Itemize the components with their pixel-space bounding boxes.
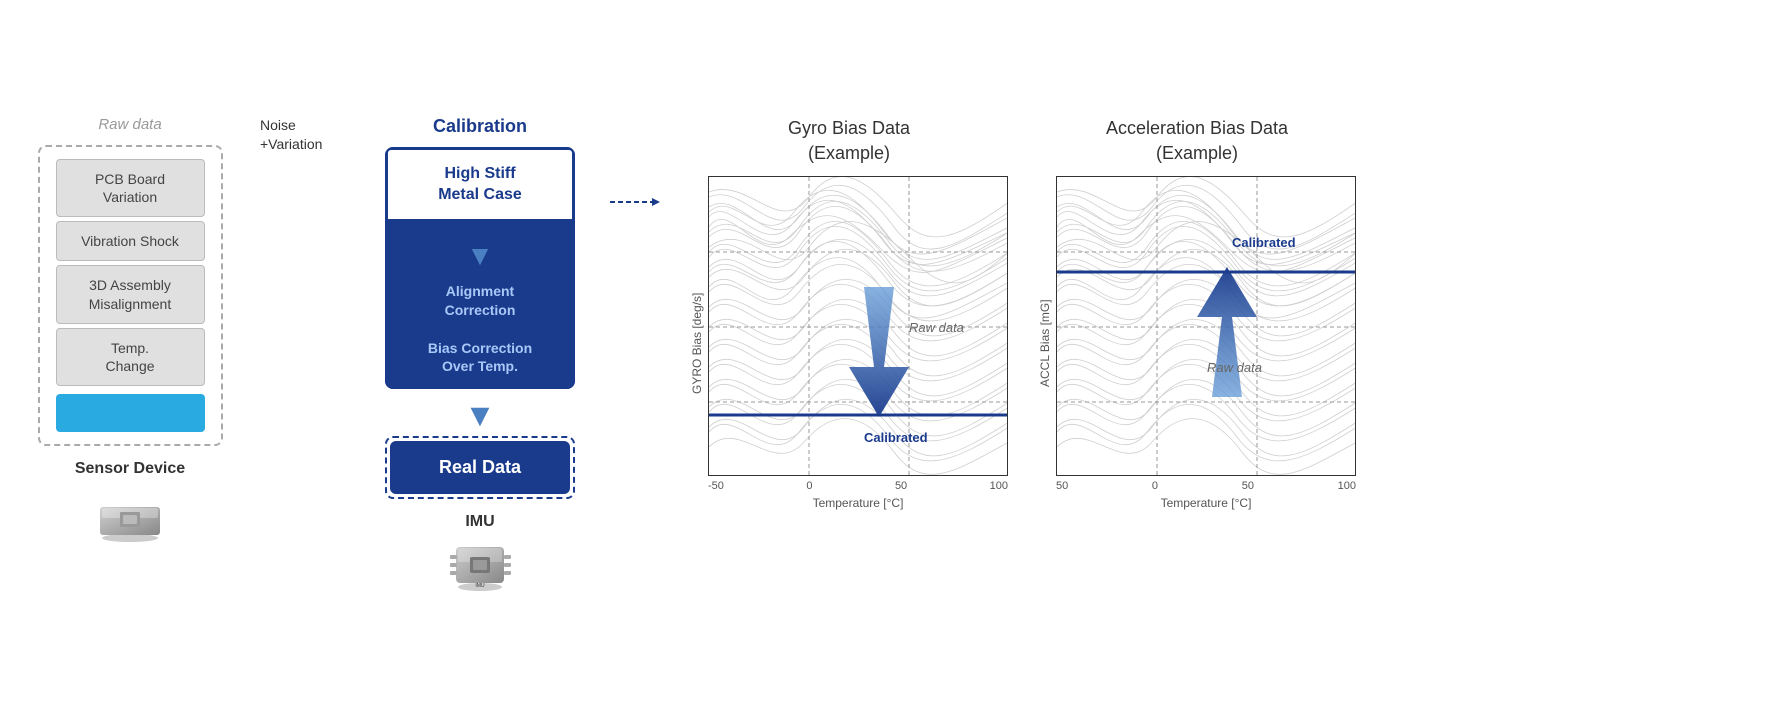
svg-text:Calibrated: Calibrated: [1232, 235, 1296, 250]
raw-data-title: Raw data: [98, 116, 161, 133]
accl-chart-container: Acceleration Bias Data(Example) ACCL Bia…: [1038, 116, 1356, 510]
alignment-correction: AlignmentCorrection: [395, 282, 565, 318]
gyro-x-tick-3: 50: [895, 480, 907, 492]
calibration-box: High StiffMetal Case ▼ AlignmentCorrecti…: [385, 147, 575, 389]
calibration-section: Calibration High StiffMetal Case ▼ Align…: [380, 116, 580, 592]
accl-x-ticks: 50 0 50 100: [1056, 480, 1356, 492]
accl-x-label: Temperature [°C]: [1056, 496, 1356, 510]
imu-chip-svg: IMU: [448, 537, 513, 592]
gyro-x-tick-4: 100: [990, 480, 1008, 492]
main-container: Raw data PCB BoardVariation Vibration Sh…: [30, 116, 1742, 592]
raw-data-box: PCB BoardVariation Vibration Shock 3D As…: [38, 145, 223, 446]
accl-x-tick-3: 50: [1242, 480, 1254, 492]
real-data-button: Real Data: [390, 441, 570, 494]
sensor-device-label: Sensor Device: [75, 460, 185, 478]
blue-bar: [56, 394, 205, 432]
svg-text:IMU: IMU: [475, 583, 485, 589]
accl-y-label: ACCL Bias [mG]: [1038, 176, 1052, 510]
accl-chart-title: Acceleration Bias Data(Example): [1106, 116, 1288, 166]
high-stiff-metal-case: High StiffMetal Case: [385, 147, 575, 223]
charts-section: Gyro Bias Data(Example) GYRO Bias [deg/s…: [690, 116, 1356, 510]
svg-text:Raw data: Raw data: [1207, 360, 1262, 375]
raw-item-temp: Temp.Change: [56, 328, 205, 386]
gyro-x-tick-1: -50: [708, 480, 724, 492]
dashed-arrow-section: [610, 116, 660, 208]
sensor-chip-svg: [95, 492, 165, 542]
noise-label: Noise+Variation: [260, 116, 350, 155]
gyro-x-label: Temperature [°C]: [708, 496, 1008, 510]
imu-chip-image: IMU: [448, 537, 513, 592]
gyro-chart-container: Gyro Bias Data(Example) GYRO Bias [deg/s…: [690, 116, 1008, 510]
accl-x-tick-4: 100: [1338, 480, 1356, 492]
dashed-arrow-svg: [610, 196, 660, 208]
raw-item-pcb: PCB BoardVariation: [56, 159, 205, 217]
gyro-chart-wrapper: GYRO Bias [deg/s]: [690, 176, 1008, 510]
raw-data-section: Raw data PCB BoardVariation Vibration Sh…: [30, 116, 230, 547]
arrow-down-container: ▼: [395, 236, 565, 276]
arrow-down-icon: ▼: [466, 240, 494, 272]
gyro-chart-area: Raw data Calibrated: [708, 176, 1008, 476]
accl-x-tick-1: 50: [1056, 480, 1068, 492]
calib-to-realdata-arrow: ▼: [464, 397, 496, 434]
sensor-chip-image: [95, 492, 165, 547]
accl-x-tick-2: 0: [1152, 480, 1158, 492]
gyro-x-ticks: -50 0 50 100: [708, 480, 1008, 492]
bias-correction: Bias CorrectionOver Temp.: [395, 339, 565, 375]
accl-chart-area: Calibrated Raw data: [1056, 176, 1356, 476]
gyro-y-label: GYRO Bias [deg/s]: [690, 176, 704, 510]
svg-text:Raw data: Raw data: [909, 320, 964, 335]
gyro-chart-title: Gyro Bias Data(Example): [788, 116, 910, 166]
accl-chart-wrapper: ACCL Bias [mG]: [1038, 176, 1356, 510]
gyro-x-tick-2: 0: [806, 480, 812, 492]
real-data-dashed-box: Real Data: [385, 436, 575, 499]
noise-section: Noise+Variation: [260, 116, 350, 285]
calib-items-bottom: ▼ AlignmentCorrection Bias CorrectionOve…: [385, 222, 575, 389]
calibration-title: Calibration: [433, 116, 527, 137]
gyro-squiggly-svg: Raw data Calibrated: [709, 177, 1007, 475]
raw-item-3d: 3D AssemblyMisalignment: [56, 265, 205, 323]
raw-item-vibration: Vibration Shock: [56, 221, 205, 261]
imu-label: IMU: [465, 513, 494, 531]
svg-text:Calibrated: Calibrated: [864, 430, 928, 445]
accl-squiggly-svg: Calibrated Raw data: [1057, 177, 1355, 475]
